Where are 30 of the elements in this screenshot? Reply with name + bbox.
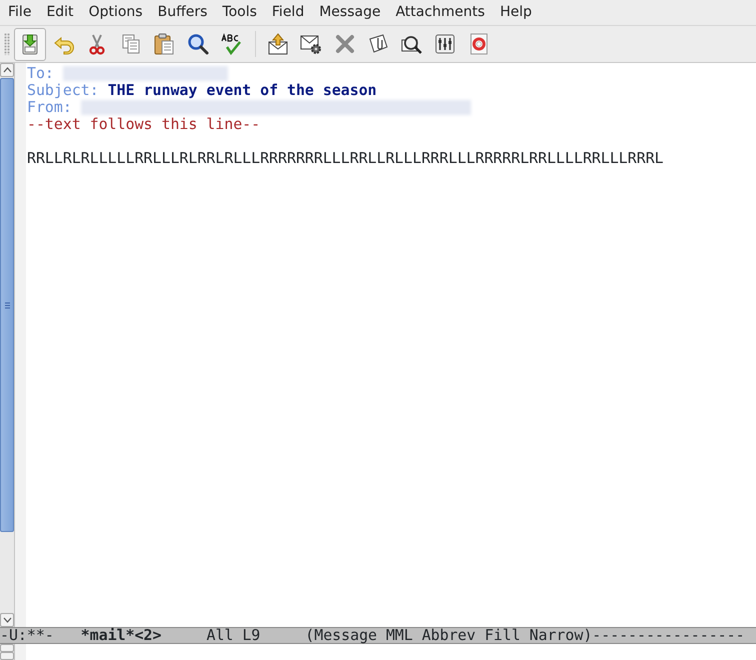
- header-label: To:: [27, 64, 54, 82]
- search-icon: [186, 32, 210, 56]
- menu-item[interactable]: Help: [492, 0, 539, 25]
- scroll-up-button[interactable]: [0, 63, 14, 77]
- paste-icon: [152, 32, 176, 56]
- menu-item[interactable]: Attachments: [388, 0, 492, 25]
- menu-item[interactable]: Message: [311, 0, 388, 25]
- mode-line-text: All L9: [206, 628, 260, 643]
- header-value[interactable]: THE runway event of the season: [108, 81, 377, 99]
- header-label: From:: [27, 98, 72, 116]
- scroll-thumb[interactable]: [0, 78, 14, 532]
- scroll-bar[interactable]: [0, 63, 15, 627]
- mode-line-text: *mail*<2>: [80, 628, 162, 643]
- body-text: RRLLRLRLLLLLRRLLLRLRRLRLLLRRRRRRRLLLRRLLRLLLRRRLLLRRRRRLRRLLLLRRLLLRRRL: [27, 149, 664, 167]
- mode-line-text: -U:**-: [0, 628, 54, 643]
- separator-line: --text follows this line--: [27, 116, 262, 133]
- menu-item[interactable]: Options: [80, 0, 150, 25]
- menu-item[interactable]: Edit: [38, 0, 81, 25]
- scroll-down-button[interactable]: [0, 613, 14, 627]
- menu-item[interactable]: Tools: [214, 0, 264, 25]
- menu-item[interactable]: File: [0, 0, 38, 25]
- menu-item[interactable]: Field: [264, 0, 312, 25]
- send-icon: [266, 32, 290, 56]
- sliders-icon: [433, 32, 457, 56]
- menu-item[interactable]: Buffers: [150, 0, 214, 25]
- mode-line-text: -----------------: [592, 628, 745, 643]
- mode-line-text: (Message MML Abbrev Fill Narrow): [305, 628, 592, 643]
- spellcheck-icon: [219, 32, 243, 56]
- left-fringe: [15, 644, 26, 660]
- header-label: Subject:: [27, 81, 99, 99]
